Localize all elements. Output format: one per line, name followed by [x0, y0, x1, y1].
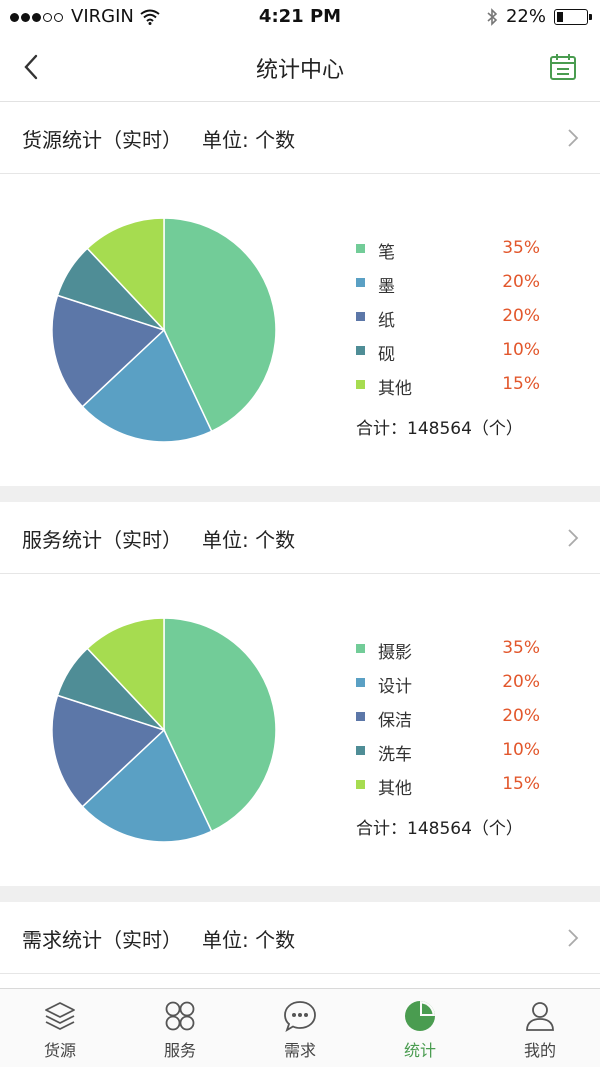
supply-stats-header[interactable]: 货源统计（实时） 单位: 个数	[0, 102, 600, 174]
grid-circles-icon	[165, 1001, 195, 1031]
legend-swatch	[356, 678, 365, 687]
tab-label: 货源	[43, 1041, 76, 1060]
page-title: 统计中心	[255, 58, 344, 83]
tab-supply[interactable]: 货源	[0, 989, 120, 1067]
legend-item: 笔 35%	[356, 238, 546, 272]
supply-pie-chart	[51, 217, 277, 443]
legend-item: 设计 20%	[356, 672, 546, 706]
legend-percent: 15%	[502, 774, 540, 794]
section-title-text: 服务统计（实时）	[22, 528, 182, 552]
legend-swatch	[356, 746, 365, 755]
battery-icon	[554, 8, 592, 25]
tab-label: 服务	[163, 1041, 196, 1060]
legend-swatch	[356, 380, 365, 389]
legend-label: 摄影	[378, 643, 412, 663]
legend-swatch	[356, 346, 365, 355]
section-unit: 单位: 个数	[202, 128, 296, 152]
supply-stats-body: 笔 35% 墨 20% 纸 20% 砚 10% 其他 15% 合计：148564（个）	[0, 174, 600, 486]
legend-label: 墨	[378, 277, 395, 297]
user-icon	[526, 1002, 554, 1031]
section-title-text: 需求统计（实时）	[22, 928, 182, 952]
tab-bar: 货源 服务 需求 统计 我的	[0, 988, 600, 1067]
legend-percent: 20%	[502, 706, 540, 726]
section-title: 服务统计（实时） 单位: 个数	[22, 524, 295, 553]
legend-percent: 10%	[502, 340, 540, 360]
legend-label: 保洁	[378, 711, 412, 731]
section-unit: 单位: 个数	[202, 928, 296, 952]
chat-bubble-icon	[284, 1001, 316, 1032]
section-title: 需求统计（实时） 单位: 个数	[22, 924, 295, 953]
navigation-bar: 统计中心	[0, 34, 600, 102]
tab-label: 需求	[283, 1041, 316, 1060]
section-divider	[0, 486, 600, 502]
legend-swatch	[356, 312, 365, 321]
legend-label: 设计	[378, 677, 412, 697]
battery-percent: 22%	[505, 6, 546, 27]
legend-item: 保洁 20%	[356, 706, 546, 740]
chevron-right-icon	[568, 129, 579, 147]
legend-swatch	[356, 780, 365, 789]
service-legend: 摄影 35% 设计 20% 保洁 20% 洗车 10% 其他 15%	[356, 638, 546, 808]
legend-percent: 20%	[502, 272, 540, 292]
legend-swatch	[356, 244, 365, 253]
demand-stats-header[interactable]: 需求统计（实时） 单位: 个数	[0, 902, 600, 974]
legend-item: 墨 20%	[356, 272, 546, 306]
demand-stats-section: 需求统计（实时） 单位: 个数	[0, 902, 600, 974]
service-stats-section: 服务统计（实时） 单位: 个数 摄影 35% 设计 20% 保洁 20% 洗车 10% 其他 15%…	[0, 502, 600, 886]
legend-percent: 35%	[502, 638, 540, 658]
legend-swatch	[356, 712, 365, 721]
tab-label: 我的	[523, 1041, 556, 1060]
legend-percent: 10%	[502, 740, 540, 760]
legend-label: 其他	[378, 779, 412, 799]
section-unit: 单位: 个数	[202, 528, 296, 552]
bluetooth-icon	[487, 7, 498, 26]
legend-label: 其他	[378, 379, 412, 399]
legend-percent: 20%	[502, 306, 540, 326]
chevron-right-icon	[568, 529, 579, 547]
tab-profile[interactable]: 我的	[480, 989, 600, 1067]
tab-demand[interactable]: 需求	[240, 989, 360, 1067]
legend-item: 砚 10%	[356, 340, 546, 374]
status-bar: VIRGIN 4:21 PM 22%	[0, 0, 600, 34]
tab-service[interactable]: 服务	[120, 989, 240, 1067]
legend-label: 笔	[378, 243, 395, 263]
tab-label: 统计	[403, 1041, 436, 1060]
section-divider	[0, 886, 600, 902]
service-stats-header[interactable]: 服务统计（实时） 单位: 个数	[0, 502, 600, 574]
legend-swatch	[356, 278, 365, 287]
layers-icon	[45, 1002, 75, 1030]
legend-item: 其他 15%	[356, 774, 546, 808]
legend-percent: 20%	[502, 672, 540, 692]
legend-swatch	[356, 644, 365, 653]
legend-label: 纸	[378, 311, 395, 331]
legend-percent: 35%	[502, 238, 540, 258]
supply-legend: 笔 35% 墨 20% 纸 20% 砚 10% 其他 15%	[356, 238, 546, 408]
section-title-text: 货源统计（实时）	[22, 128, 182, 152]
supply-stats-section: 货源统计（实时） 单位: 个数 笔 35% 墨 20% 纸 20% 砚 10% 其他 15% 合计：…	[0, 102, 600, 486]
legend-percent: 15%	[502, 374, 540, 394]
legend-label: 砚	[378, 345, 395, 365]
legend-label: 洗车	[378, 745, 412, 765]
service-stats-body: 摄影 35% 设计 20% 保洁 20% 洗车 10% 其他 15% 合计：148564（个）	[0, 574, 600, 886]
service-total: 合计：148564（个）	[356, 819, 523, 839]
section-title: 货源统计（实时） 单位: 个数	[22, 124, 295, 153]
chevron-right-icon	[568, 929, 579, 947]
calendar-button[interactable]	[548, 52, 578, 82]
legend-item: 其他 15%	[356, 374, 546, 408]
tab-stats[interactable]: 统计	[360, 989, 480, 1067]
legend-item: 摄影 35%	[356, 638, 546, 672]
supply-total: 合计：148564（个）	[356, 419, 523, 439]
calendar-icon	[550, 54, 576, 80]
service-pie-chart	[51, 617, 277, 843]
legend-item: 纸 20%	[356, 306, 546, 340]
legend-item: 洗车 10%	[356, 740, 546, 774]
pie-chart-icon	[405, 1001, 435, 1031]
